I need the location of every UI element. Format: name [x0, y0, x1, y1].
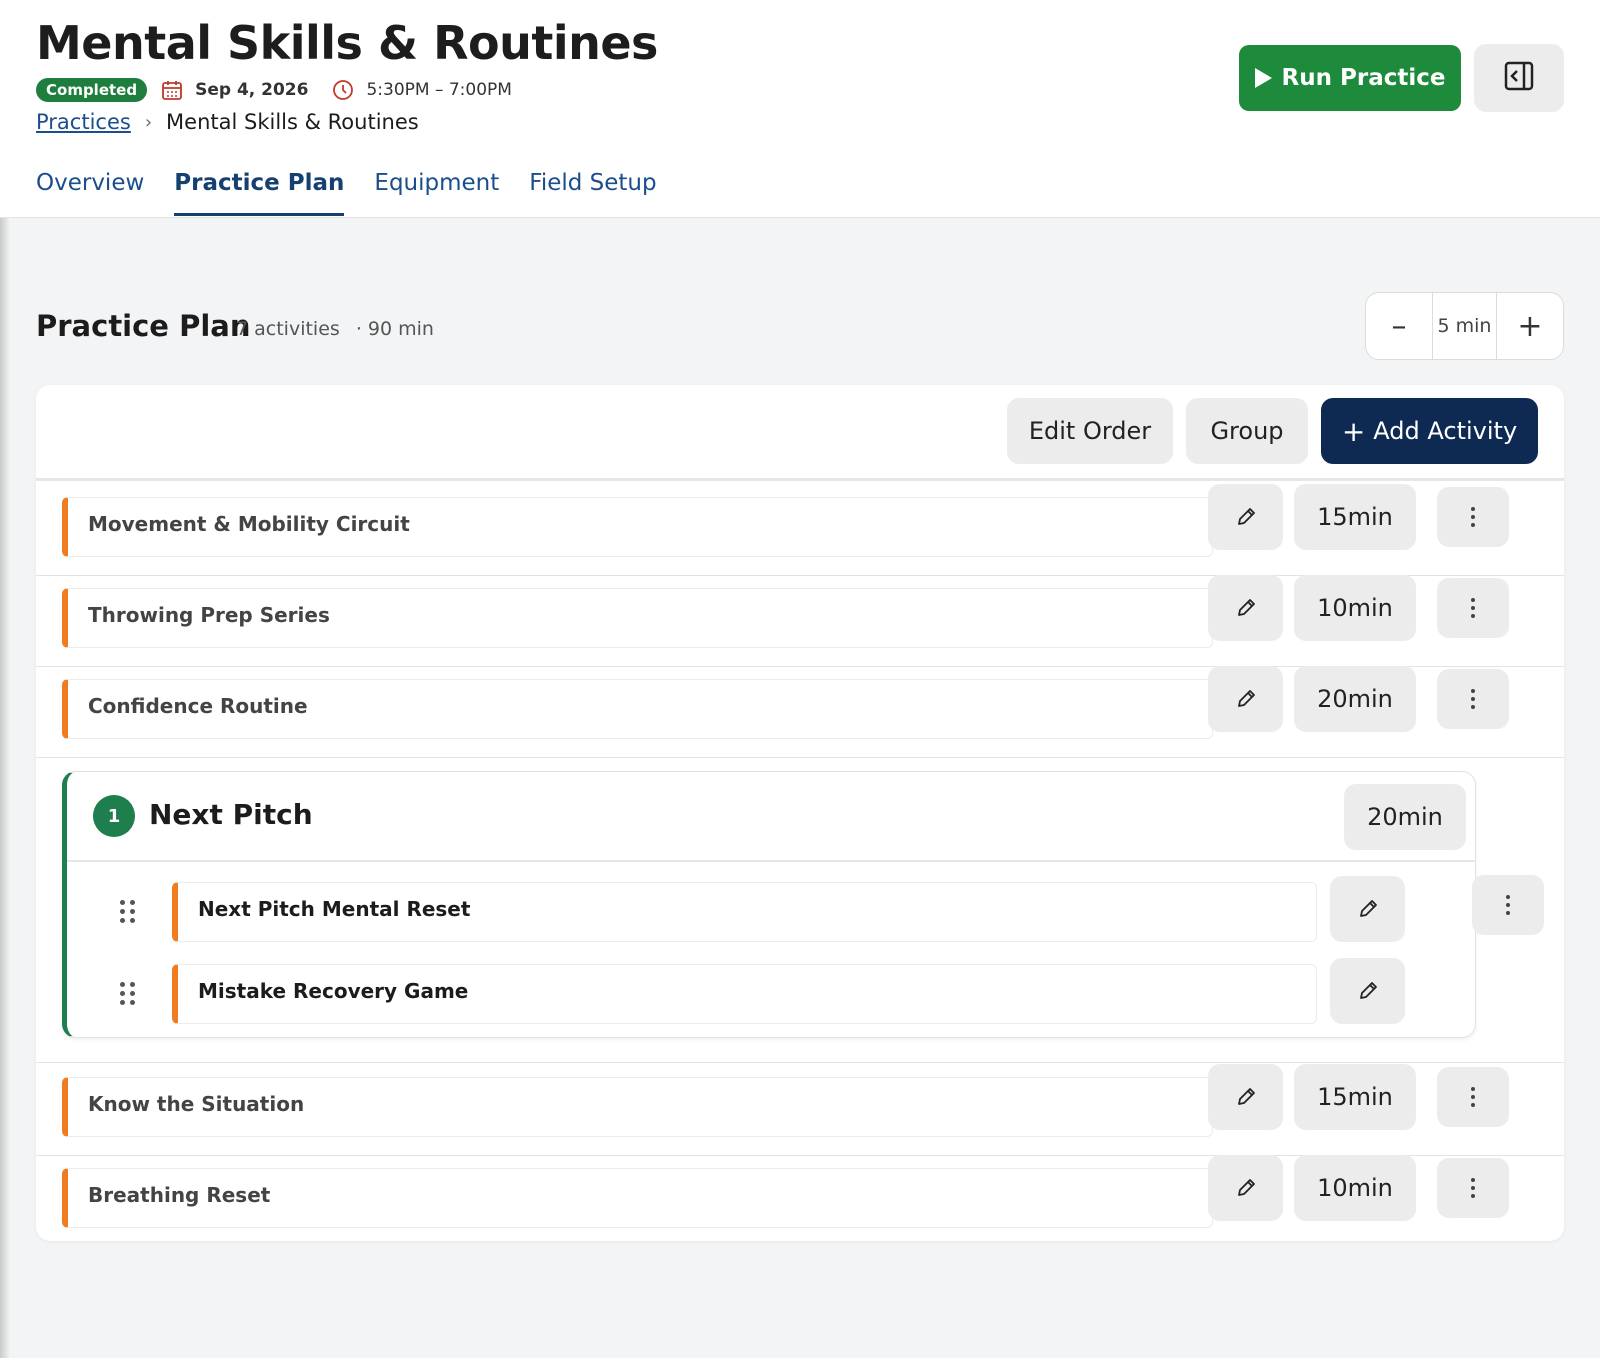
group-number-badge: 1 [93, 795, 135, 837]
edit-activity-button[interactable] [1208, 1155, 1283, 1221]
activity-row: Throwing Prep Series 10min [36, 575, 1564, 667]
edit-activity-button[interactable] [1208, 1064, 1283, 1130]
plus-icon: + [1341, 414, 1366, 448]
left-edge-shadow [0, 218, 10, 1358]
group-activity-name[interactable]: Next Pitch Mental Reset [172, 882, 1317, 942]
activity-row: Movement & Mobility Circuit 15min [36, 484, 1564, 576]
group-activity-row: Next Pitch Mental Reset [67, 874, 1475, 956]
activity-more-button[interactable] [1437, 669, 1509, 729]
activity-more-button[interactable] [1437, 1067, 1509, 1127]
activity-name[interactable]: Movement & Mobility Circuit [62, 497, 1213, 557]
activity-name[interactable]: Breathing Reset [62, 1168, 1213, 1228]
calendar-icon [161, 79, 183, 101]
group-duration-button[interactable]: 20min [1344, 784, 1466, 850]
more-vertical-icon [1471, 596, 1475, 620]
activity-row: Breathing Reset 10min [36, 1155, 1564, 1247]
add-activity-button[interactable]: + Add Activity [1321, 398, 1538, 464]
total-duration: · 90 min [355, 318, 434, 340]
edit-activity-button[interactable] [1208, 484, 1283, 550]
edit-activity-button[interactable] [1330, 958, 1405, 1024]
more-vertical-icon [1506, 893, 1510, 917]
activity-count: 7 activities [236, 318, 340, 340]
step-value[interactable]: 5 min [1432, 293, 1497, 359]
more-vertical-icon [1471, 1085, 1475, 1109]
activity-row: Confidence Routine 20min [36, 666, 1564, 758]
pencil-icon [1237, 1179, 1255, 1196]
play-icon [1254, 68, 1272, 88]
activity-more-button[interactable] [1437, 487, 1509, 547]
edit-activity-button[interactable] [1208, 575, 1283, 641]
activity-duration-button[interactable]: 10min [1294, 1155, 1416, 1221]
practice-date: Sep 4, 2026 [195, 80, 309, 100]
panel-toggle-button[interactable] [1474, 44, 1564, 112]
activity-name[interactable]: Confidence Routine [62, 679, 1213, 739]
breadcrumb-current: Mental Skills & Routines [166, 110, 419, 134]
increment-button[interactable]: + [1497, 293, 1563, 359]
activity-duration-button[interactable]: 20min [1294, 666, 1416, 732]
tab-practice-plan[interactable]: Practice Plan [174, 168, 345, 218]
activity-group-row: 1 Next Pitch 20min Next Pitch Mental Res… [36, 758, 1564, 1063]
pencil-icon [1237, 599, 1255, 616]
group-header: 1 Next Pitch 20min [67, 772, 1475, 862]
plan-toolbar: Edit Order Group + Add Activity [36, 385, 1564, 481]
tab-equipment[interactable]: Equipment [374, 168, 499, 218]
activity-duration-button[interactable]: 15min [1294, 484, 1416, 550]
more-vertical-icon [1471, 505, 1475, 529]
add-activity-label: Add Activity [1373, 417, 1518, 445]
edit-activity-button[interactable] [1330, 876, 1405, 942]
plan-summary: 7 activities · 90 min [236, 318, 444, 340]
activity-name[interactable]: Know the Situation [62, 1077, 1213, 1137]
edit-activity-button[interactable] [1208, 666, 1283, 732]
pencil-icon [1237, 690, 1255, 707]
activity-group: 1 Next Pitch 20min Next Pitch Mental Res… [62, 771, 1476, 1038]
page-title: Mental Skills & Routines [36, 16, 658, 70]
activity-duration-button[interactable]: 15min [1294, 1064, 1416, 1130]
pencil-icon [1359, 982, 1377, 999]
group-activity-row: Mistake Recovery Game [67, 956, 1475, 1038]
tab-field-setup[interactable]: Field Setup [529, 168, 656, 218]
pencil-icon [1237, 508, 1255, 525]
group-title: Next Pitch [149, 798, 313, 831]
more-vertical-icon [1471, 1176, 1475, 1200]
pencil-icon [1359, 900, 1377, 917]
decrement-button[interactable]: – [1366, 293, 1432, 359]
tab-overview[interactable]: Overview [36, 168, 144, 218]
activity-more-button[interactable] [1437, 578, 1509, 638]
practice-time: 5:30PM – 7:00PM [366, 80, 512, 100]
group-activity-name[interactable]: Mistake Recovery Game [172, 964, 1317, 1024]
page-header: Mental Skills & Routines Completed Sep 4… [0, 0, 1600, 218]
plan-heading: Practice Plan [36, 309, 251, 343]
group-button[interactable]: Group [1186, 398, 1308, 464]
group-more-button[interactable] [1472, 875, 1544, 935]
drag-handle-icon[interactable] [120, 900, 136, 924]
breadcrumb: Practices › Mental Skills & Routines [36, 110, 419, 134]
edit-order-button[interactable]: Edit Order [1007, 398, 1173, 464]
run-practice-button[interactable]: Run Practice [1239, 45, 1461, 111]
practice-plan-card: Edit Order Group + Add Activity Movement… [36, 385, 1564, 1241]
panel-toggle-icon [1503, 60, 1535, 96]
breadcrumb-separator: › [144, 111, 153, 133]
tab-bar: Overview Practice Plan Equipment Field S… [36, 168, 687, 218]
more-vertical-icon [1471, 687, 1475, 711]
activity-row: Know the Situation 15min [36, 1064, 1564, 1156]
clock-icon [332, 79, 354, 101]
activity-more-button[interactable] [1437, 1158, 1509, 1218]
breadcrumb-practices-link[interactable]: Practices [36, 110, 131, 134]
pencil-icon [1237, 1088, 1255, 1105]
drag-handle-icon[interactable] [120, 982, 136, 1006]
duration-stepper: – 5 min + [1365, 292, 1564, 360]
activity-name[interactable]: Throwing Prep Series [62, 588, 1213, 648]
practice-meta: Completed Sep 4, 2026 5:30PM – 7:00PM [36, 76, 512, 104]
activity-duration-button[interactable]: 10min [1294, 575, 1416, 641]
status-badge: Completed [36, 78, 148, 102]
run-practice-label: Run Practice [1281, 65, 1446, 91]
